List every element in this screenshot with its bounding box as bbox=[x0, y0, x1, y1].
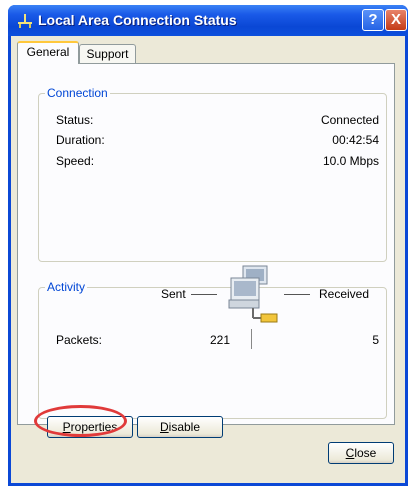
disable-mnemonic: D bbox=[159, 420, 169, 434]
network-connection-icon bbox=[18, 14, 32, 28]
properties-mnemonic: P bbox=[62, 420, 71, 434]
speed-label: Speed: bbox=[56, 154, 95, 168]
speed-value: 10.0 Mbps bbox=[322, 154, 379, 168]
status-dialog: Local Area Connection Status ? X General… bbox=[8, 5, 408, 486]
packets-sent-value: 221 bbox=[209, 333, 230, 347]
tab-general[interactable]: General bbox=[17, 41, 79, 64]
title-close-button[interactable]: X bbox=[385, 9, 407, 31]
received-label: Received bbox=[319, 287, 370, 301]
status-label: Status: bbox=[56, 113, 94, 127]
packets-label: Packets: bbox=[56, 333, 103, 347]
close-button-label: lose bbox=[354, 446, 377, 460]
activity-group-title: Activity bbox=[45, 280, 88, 294]
close-button[interactable]: Close bbox=[328, 442, 394, 464]
activity-group: Activity bbox=[38, 280, 387, 419]
dialog-client: General Support Connection Status: Conne… bbox=[11, 36, 405, 483]
duration-value: 00:42:54 bbox=[332, 133, 379, 147]
properties-button-label: roperties bbox=[70, 420, 118, 434]
properties-button[interactable]: Properties bbox=[47, 416, 133, 438]
title-bar[interactable]: Local Area Connection Status ? X bbox=[8, 5, 408, 36]
disable-button-label: isable bbox=[168, 420, 201, 434]
disable-button[interactable]: Disable bbox=[137, 416, 223, 438]
status-value: Connected bbox=[320, 113, 379, 127]
window-title: Local Area Connection Status bbox=[38, 12, 237, 28]
sent-line bbox=[191, 294, 217, 295]
connection-group-title: Connection bbox=[45, 86, 110, 100]
duration-label: Duration: bbox=[56, 133, 105, 147]
network-computers-icon bbox=[228, 265, 278, 323]
tab-support[interactable]: Support bbox=[79, 44, 136, 64]
sent-label: Sent bbox=[161, 287, 186, 301]
packets-divider bbox=[251, 329, 252, 349]
packets-received-value: 5 bbox=[372, 333, 379, 347]
help-button[interactable]: ? bbox=[362, 9, 384, 31]
received-line bbox=[284, 294, 310, 295]
